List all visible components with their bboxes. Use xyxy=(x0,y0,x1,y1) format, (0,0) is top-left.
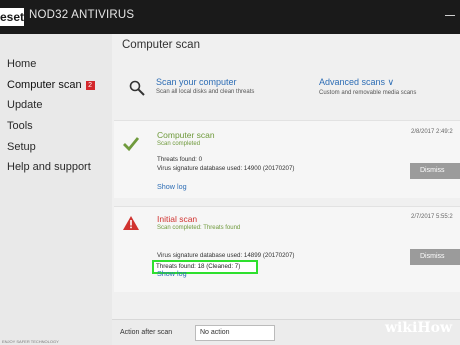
scan-result-card: Initial scan Scan completed: Threats fou… xyxy=(114,206,460,292)
warning-icon xyxy=(123,216,139,230)
advanced-scans-link[interactable]: Advanced scans ∨ Custom and removable me… xyxy=(319,77,460,96)
magnifier-icon xyxy=(129,80,145,96)
sidebar-item-label: Tools xyxy=(7,120,33,132)
check-icon xyxy=(123,137,140,152)
card-status: Scan completed xyxy=(157,141,201,147)
title-bar: eset NOD32 ANTIVIRUS xyxy=(0,0,460,34)
show-log-link[interactable]: Show log xyxy=(157,269,187,278)
sidebar-item-update[interactable]: Update xyxy=(7,99,42,111)
sidebar-item-tools[interactable]: Tools xyxy=(7,120,33,132)
after-scan-select[interactable]: No action xyxy=(195,325,275,341)
notification-badge: 2 xyxy=(85,81,95,90)
watermark-wiki: wiki xyxy=(385,320,418,336)
wikihow-watermark: wikiHow xyxy=(385,320,452,336)
page-title: Computer scan xyxy=(122,39,200,51)
scan-date: 2/8/2017 2:49:2 xyxy=(411,129,453,135)
scan-result-card: Computer scan Scan completed Threats fou… xyxy=(114,120,460,198)
scan-your-computer-title: Scan your computer xyxy=(156,77,237,87)
version-label: ENJOY SAFER TECHNOLOGY xyxy=(2,339,59,344)
sidebar-item-label: Update xyxy=(7,99,43,111)
minimize-button[interactable] xyxy=(439,6,460,28)
advanced-scans-title: Advanced scans ∨ xyxy=(319,77,395,87)
main-panel: Computer scan Scan your computer Scan al… xyxy=(112,34,460,345)
show-log-link[interactable]: Show log xyxy=(157,182,187,191)
threats-found: Threats found: 0 xyxy=(157,156,203,163)
sidebar-item-label: Setup xyxy=(7,141,36,153)
signature-database: Virus signature database used: 14900 (20… xyxy=(157,165,295,172)
sidebar-item-label: Computer scan xyxy=(7,79,82,91)
sidebar-item-help-and-support[interactable]: Help and support xyxy=(7,161,91,173)
sidebar-item-setup[interactable]: Setup xyxy=(7,141,36,153)
card-title: Computer scan xyxy=(157,130,215,140)
sidebar-item-computer-scan[interactable]: Computer scan 2 xyxy=(7,79,95,91)
card-status: Scan completed: Threats found xyxy=(157,225,241,231)
dismiss-button[interactable]: Dismiss xyxy=(410,249,460,265)
scan-date: 2/7/2017 5:55:2 xyxy=(411,214,453,220)
advanced-scans-desc: Custom and removable media scans xyxy=(319,90,417,96)
sidebar-item-label: Help and support xyxy=(7,161,91,173)
watermark-how: How xyxy=(417,320,453,336)
scan-your-computer-desc: Scan all local disks and clean threats xyxy=(156,89,255,95)
app-title: NOD32 ANTIVIRUS xyxy=(29,9,135,21)
sidebar-item-home[interactable]: Home xyxy=(7,58,36,70)
dismiss-button[interactable]: Dismiss xyxy=(410,163,460,179)
sidebar-item-label: Home xyxy=(7,58,37,70)
signature-database: Virus signature database used: 14899 (20… xyxy=(157,252,295,259)
after-scan-label: Action after scan xyxy=(120,329,173,336)
sidebar: Home Computer scan 2 Update Tools Setup H… xyxy=(0,34,112,345)
card-title: Initial scan xyxy=(157,214,198,224)
eset-logo: eset xyxy=(0,8,25,26)
